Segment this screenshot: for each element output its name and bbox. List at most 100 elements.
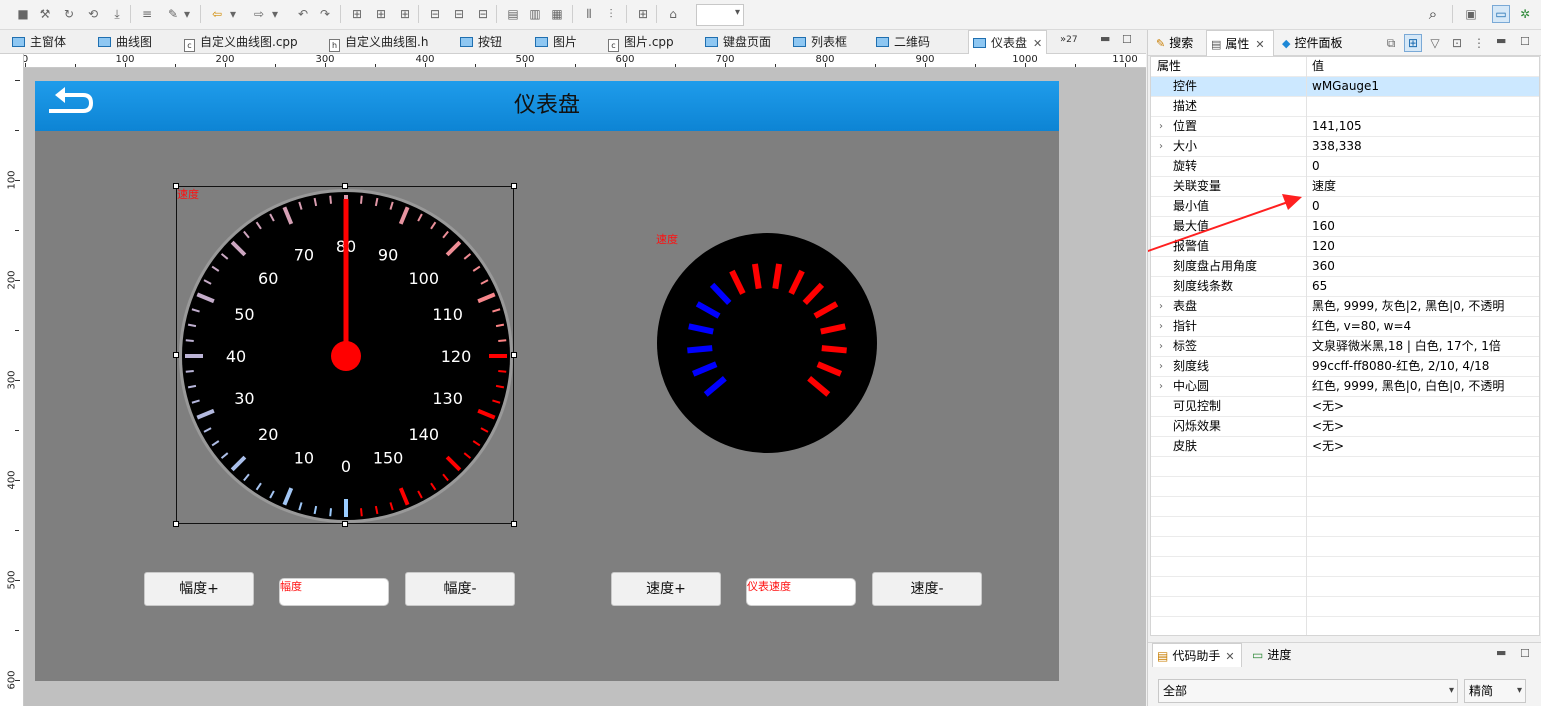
property-value[interactable]: 360 [1312, 257, 1537, 277]
property-row[interactable]: › 指针 红色, v=80, w=4 [1151, 317, 1539, 337]
close-icon[interactable]: ✕ [1033, 37, 1042, 50]
chevron-right-icon[interactable]: › [1159, 117, 1163, 136]
property-row[interactable]: 可见控制 <无> [1151, 397, 1539, 417]
chevron-right-icon[interactable]: › [1159, 337, 1163, 356]
maximize-icon[interactable]: ☐ [1520, 35, 1530, 48]
hspace-icon[interactable]: ⫴ [580, 5, 598, 23]
property-value[interactable]: 0 [1312, 157, 1537, 177]
amplitude-input[interactable]: 幅度 [279, 578, 389, 606]
pin-icon[interactable]: ⌂ [664, 5, 682, 23]
speed-gauge-1[interactable]: 0102030405060708090100110120130140150 [177, 187, 515, 525]
property-value[interactable]: <无> [1312, 437, 1537, 457]
property-value[interactable]: 红色, 9999, 黑色|0, 白色|0, 不透明 [1312, 377, 1537, 397]
tree-view-icon[interactable]: ⊞ [1404, 34, 1422, 52]
layout-icon[interactable]: ▣ [1462, 5, 1480, 23]
tab-overflow[interactable]: »27 [1060, 34, 1078, 45]
property-value[interactable]: <无> [1312, 397, 1537, 417]
property-row[interactable]: 旋转 0 [1151, 157, 1539, 177]
chevron-down-icon[interactable]: ▾ [228, 5, 238, 23]
resize-handle[interactable] [173, 352, 179, 358]
category-select[interactable]: 全部 ▾ [1158, 679, 1458, 703]
chevron-down-icon[interactable]: ▾ [182, 5, 192, 23]
undo-icon[interactable]: ↶ [294, 5, 312, 23]
tab-form-7[interactable]: 键盘页面 [703, 30, 771, 54]
align-center-icon[interactable]: ⊞ [372, 5, 390, 23]
speed-input[interactable]: 仪表速度 [746, 578, 856, 606]
speed-plus-button[interactable]: 速度+ [611, 572, 721, 606]
close-icon[interactable]: ✕ [1225, 650, 1234, 663]
property-row[interactable]: 刻度盘占用角度 360 [1151, 257, 1539, 277]
property-value[interactable]: 0 [1312, 197, 1537, 217]
minimize-icon[interactable]: ▬ [1496, 34, 1506, 47]
maximize-icon[interactable]: ☐ [1122, 33, 1132, 46]
resize-handle[interactable] [511, 521, 517, 527]
same-width-icon[interactable]: ▤ [504, 5, 522, 23]
property-row[interactable]: 报警值 120 [1151, 237, 1539, 257]
property-value[interactable]: 文泉驿微米黑,18 | 白色, 17个, 1倍 [1312, 337, 1537, 357]
tab-progress[interactable]: ▭ 进度 [1248, 643, 1308, 667]
tools-icon[interactable]: ✎ [164, 5, 182, 23]
forward-arrow-icon[interactable]: ⇨ [250, 5, 268, 23]
chevron-right-icon[interactable]: › [1159, 357, 1163, 376]
chevron-right-icon[interactable]: › [1159, 377, 1163, 396]
tab-form-1[interactable]: 曲线图 [96, 30, 152, 54]
redo-icon[interactable]: ↷ [316, 5, 334, 23]
same-size-icon[interactable]: ▦ [548, 5, 566, 23]
property-row[interactable]: › 刻度线 99ccff-ff8080-红色, 2/10, 4/18 [1151, 357, 1539, 377]
property-value[interactable]: 65 [1312, 277, 1537, 297]
align-top-icon[interactable]: ⊟ [426, 5, 444, 23]
format-icon[interactable]: ≡ [138, 5, 156, 23]
tab-form-5[interactable]: 图片 [533, 30, 577, 54]
property-value[interactable]: 红色, v=80, w=4 [1312, 317, 1537, 337]
tab-widget-palette[interactable]: ◆ 控件面板 [1278, 30, 1368, 56]
tab-form-0[interactable]: 主窗体 [10, 30, 66, 54]
property-value[interactable]: <无> [1312, 417, 1537, 437]
property-value[interactable]: 120 [1312, 237, 1537, 257]
gauge-selection-frame[interactable]: 0102030405060708090100110120130140150 速度 [173, 183, 517, 527]
property-row[interactable]: › 位置 141,105 [1151, 117, 1539, 137]
resize-handle[interactable] [173, 521, 179, 527]
advanced-icon[interactable]: ⊡ [1448, 34, 1466, 52]
same-height-icon[interactable]: ▥ [526, 5, 544, 23]
minimize-icon[interactable]: ▬ [1496, 646, 1506, 659]
resize-handle[interactable] [511, 352, 517, 358]
tab-cpp-file-2[interactable]: c 自定义曲线图.cpp [182, 30, 298, 54]
property-row[interactable]: 闪烁效果 <无> [1151, 417, 1539, 437]
grid-icon[interactable]: ⊞ [634, 5, 652, 23]
property-row[interactable]: › 标签 文泉驿微米黑,18 | 白色, 17个, 1倍 [1151, 337, 1539, 357]
property-value[interactable]: 141,105 [1312, 117, 1537, 137]
property-row[interactable]: › 中心圆 红色, 9999, 黑色|0, 白色|0, 不透明 [1151, 377, 1539, 397]
search-icon[interactable]: ⌕ [1424, 5, 1442, 23]
tab-search[interactable]: ✎ 搜索 [1152, 30, 1204, 56]
property-row[interactable]: › 表盘 黑色, 9999, 灰色|2, 黑色|0, 不透明 [1151, 297, 1539, 317]
align-left-icon[interactable]: ⊞ [348, 5, 366, 23]
tab-form-9[interactable]: 二维码 [874, 30, 930, 54]
build-icon[interactable]: ⚒ [36, 5, 54, 23]
amplitude-plus-button[interactable]: 幅度+ [144, 572, 254, 606]
mode-select[interactable]: 精简 ▾ [1464, 679, 1526, 703]
property-row[interactable]: 最小值 0 [1151, 197, 1539, 217]
property-value[interactable]: 338,338 [1312, 137, 1537, 157]
property-row[interactable]: 最大值 160 [1151, 217, 1539, 237]
property-value[interactable]: wMGauge1 [1312, 77, 1537, 97]
property-row[interactable]: 描述 [1151, 97, 1539, 117]
tab-form-4[interactable]: 按钮 [458, 30, 502, 54]
resize-handle[interactable] [342, 521, 348, 527]
property-value[interactable]: 黑色, 9999, 灰色|2, 黑色|0, 不透明 [1312, 297, 1537, 317]
tab-form-10[interactable]: 仪表盘 ✕ [968, 30, 1048, 54]
property-row[interactable]: 关联变量 速度 [1151, 177, 1539, 197]
back-arrow-icon[interactable]: ⇦ [208, 5, 226, 23]
vspace-icon[interactable]: ⫶ [602, 5, 620, 23]
align-right-icon[interactable]: ⊞ [396, 5, 414, 23]
property-row[interactable]: 皮肤 <无> [1151, 437, 1539, 457]
property-value[interactable]: 速度 [1312, 177, 1537, 197]
resize-handle[interactable] [342, 183, 348, 189]
property-row[interactable]: 控件 wMGauge1 [1151, 77, 1539, 97]
property-value[interactable]: 160 [1312, 217, 1537, 237]
tab-cpp-file-6[interactable]: c 图片.cpp [606, 30, 674, 54]
maximize-icon[interactable]: ☐ [1520, 647, 1530, 660]
align-middle-icon[interactable]: ⊟ [450, 5, 468, 23]
chevron-down-icon[interactable]: ▾ [270, 5, 280, 23]
resize-handle[interactable] [511, 183, 517, 189]
deploy-icon[interactable]: ⤓ [108, 5, 126, 23]
